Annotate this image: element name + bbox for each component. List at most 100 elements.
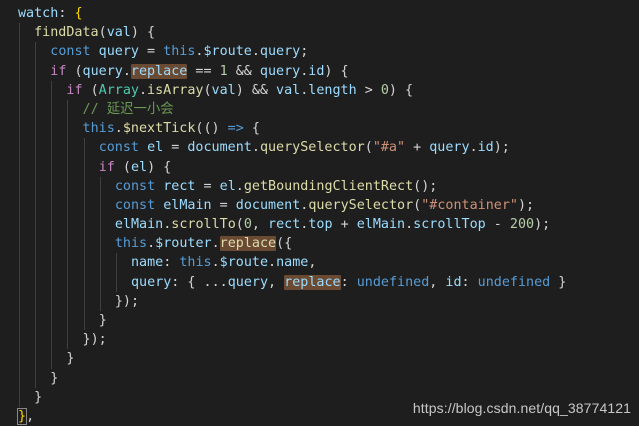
- code-line-text: });: [115, 292, 139, 311]
- indent-guide: [35, 368, 37, 388]
- indent-guide: [51, 272, 53, 292]
- code-token: .: [251, 140, 260, 156]
- indent-guide: [51, 311, 53, 331]
- code-token: 0: [380, 82, 389, 98]
- code-token: ) &&: [235, 82, 277, 98]
- code-token: scrollTo: [171, 217, 236, 233]
- code-line[interactable]: findData(val) {: [0, 23, 639, 43]
- code-token: ;: [300, 44, 309, 60]
- code-token: document: [187, 140, 252, 156]
- code-token: $route: [219, 255, 269, 271]
- code-line[interactable]: }: [0, 349, 639, 369]
- indent-guide: [83, 138, 85, 158]
- code-token: elMain: [356, 217, 406, 233]
- indent-guide: [19, 80, 20, 100]
- code-token: (: [364, 140, 373, 156]
- code-token: }: [16, 407, 28, 425]
- indent-guide: [99, 176, 101, 196]
- indent-guide: [67, 119, 69, 139]
- code-token: .: [211, 236, 220, 252]
- code-line[interactable]: });: [0, 330, 639, 350]
- code-line[interactable]: const el = document.querySelector("#a" +…: [0, 138, 639, 158]
- code-line-text: const el = document.querySelector("#a" +…: [99, 138, 510, 157]
- code-line[interactable]: // 延迟一小会: [0, 99, 639, 120]
- code-token: isArray: [147, 82, 204, 98]
- indent-guide: [19, 61, 20, 81]
- code-token: ({: [276, 236, 293, 252]
- indent-guide: [67, 330, 69, 350]
- indent-guide: [35, 176, 37, 196]
- code-line[interactable]: const query = this.$route.query;: [0, 42, 639, 62]
- code-token: {: [243, 121, 260, 137]
- code-token: {: [74, 6, 83, 21]
- indent-guide: [51, 119, 53, 139]
- code-editor[interactable]: watch: {findData(val) {const query = thi…: [0, 0, 639, 426]
- code-token: id: [477, 140, 494, 156]
- code-token: replace: [130, 63, 188, 79]
- indent-guide: [51, 253, 53, 273]
- code-line[interactable]: this.$router.replace({: [0, 234, 639, 254]
- code-token: val: [211, 82, 236, 98]
- code-token: (: [235, 217, 244, 233]
- indent-guide: [51, 234, 53, 254]
- code-token: query: [429, 140, 470, 156]
- code-line-text: if (query.replace == 1 && query.id) {: [50, 62, 349, 81]
- code-token: if: [66, 82, 91, 98]
- code-token: if: [50, 63, 75, 79]
- code-token: watch: [18, 6, 59, 21]
- indent-guide: [35, 119, 37, 139]
- indent-guide: [67, 311, 69, 331]
- indent-guide: [115, 272, 117, 292]
- code-token: this: [114, 236, 148, 252]
- code-line[interactable]: query: { ...query, replace: undefined, i…: [0, 272, 639, 292]
- code-token: el: [147, 140, 164, 156]
- code-line[interactable]: const elMain = document.querySelector("#…: [0, 195, 639, 216]
- indent-guide: [67, 234, 69, 254]
- indent-guide: [99, 215, 101, 235]
- code-token: >: [356, 82, 381, 98]
- code-line[interactable]: }: [0, 311, 639, 331]
- code-token: name: [130, 255, 164, 271]
- code-line[interactable]: watch: {: [0, 4, 639, 23]
- code-token: findData: [34, 25, 99, 41]
- code-token: :: [58, 6, 75, 21]
- indent-guide: [83, 311, 85, 331]
- code-line[interactable]: if (el) {: [0, 157, 639, 177]
- code-line[interactable]: elMain.scrollTo(0, rect.top + elMain.scr…: [0, 215, 639, 235]
- code-line[interactable]: }: [0, 368, 639, 388]
- indent-guide: [35, 330, 37, 350]
- indent-guide: [51, 195, 53, 216]
- indent-guide: [99, 234, 101, 254]
- indent-guide: [19, 368, 20, 388]
- indent-guide: [19, 311, 20, 331]
- code-token: query: [227, 274, 269, 290]
- code-area[interactable]: watch: {findData(val) {const query = thi…: [0, 4, 639, 426]
- code-line-text: this.$nextTick(() => {: [83, 119, 260, 138]
- code-line[interactable]: if (query.replace == 1 && query.id) {: [0, 61, 639, 81]
- code-line[interactable]: this.$nextTick(() => {: [0, 119, 639, 139]
- code-token: .: [405, 217, 414, 233]
- indent-guide: [67, 195, 69, 216]
- indent-guide: [35, 61, 37, 81]
- code-line-text: },: [16, 407, 34, 426]
- code-line[interactable]: if (Array.isArray(val) && val.length > 0…: [0, 80, 639, 100]
- code-line-text: }: [66, 349, 74, 368]
- code-line-text: const query = this.$route.query;: [50, 42, 308, 61]
- code-line-text: this.$router.replace({: [115, 234, 292, 253]
- code-line-text: findData(val) {: [34, 23, 155, 42]
- code-token: 0: [243, 217, 252, 233]
- code-token: .: [469, 140, 478, 156]
- code-token: }: [50, 370, 59, 386]
- indent-guide: [67, 138, 69, 158]
- code-line[interactable]: const rect = el.getBoundingClientRect();: [0, 176, 639, 196]
- code-line[interactable]: name: this.$route.name,: [0, 253, 639, 273]
- indent-guide: [35, 234, 37, 254]
- code-token: .: [114, 121, 123, 137]
- code-token: querySelector: [259, 140, 365, 156]
- code-token: id: [308, 63, 325, 79]
- code-token: query: [82, 63, 123, 79]
- code-line[interactable]: });: [0, 291, 639, 311]
- indent-guide: [35, 291, 37, 311]
- code-token: this: [82, 121, 115, 137]
- indent-guide: [67, 157, 69, 177]
